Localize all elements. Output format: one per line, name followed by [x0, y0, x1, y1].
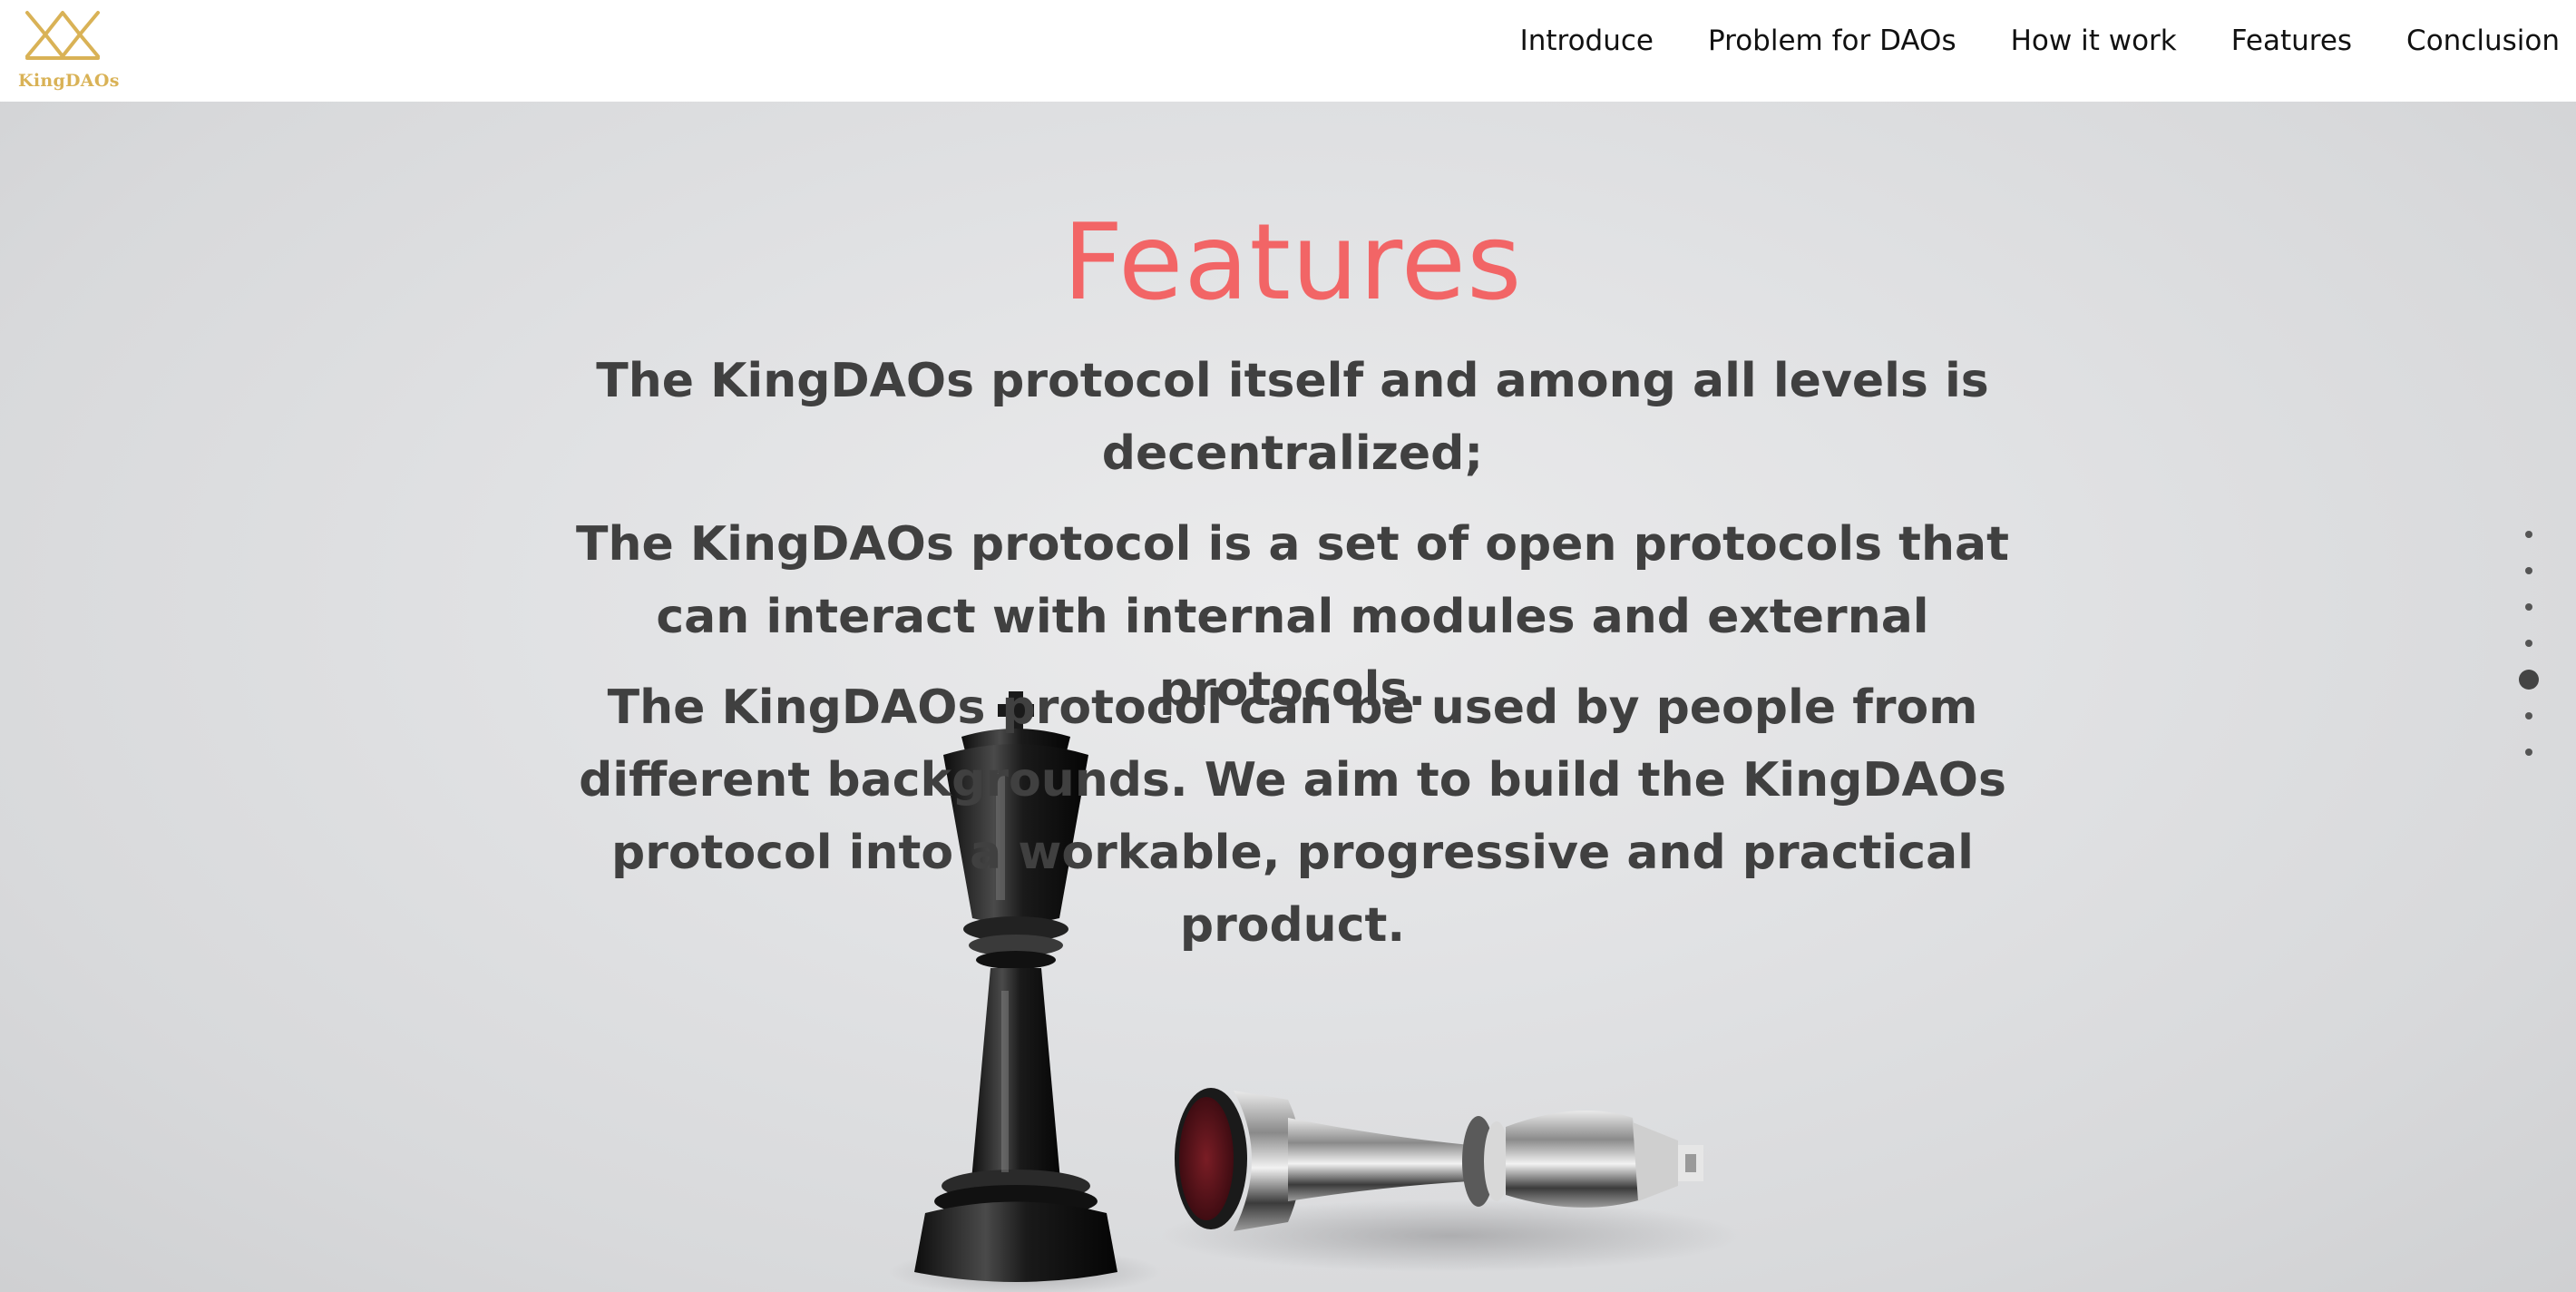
nav-introduce[interactable]: Introduce	[1520, 24, 1654, 57]
section-dot-4[interactable]	[2525, 640, 2532, 647]
section-dot-1[interactable]	[2525, 531, 2532, 538]
section-dot-3[interactable]	[2525, 603, 2532, 611]
kingdaos-logo[interactable]: KingDAOs	[18, 7, 120, 94]
features-heading: Features	[1062, 201, 1523, 324]
nav-conclusion[interactable]: Conclusion	[2406, 24, 2560, 57]
feature-paragraph-backgrounds: The KingDAOs protocol can be used by peo…	[579, 680, 2006, 953]
logo-text: KingDAOs	[18, 71, 120, 91]
feature-paragraph-decentralized: The KingDAOs protocol itself and among a…	[596, 354, 1989, 481]
features-section: Features The KingDAOs protocol itself an…	[0, 102, 2576, 1292]
section-dot-5-active[interactable]	[2519, 670, 2539, 690]
section-pagination	[2516, 531, 2542, 894]
section-dot-7[interactable]	[2525, 749, 2532, 756]
top-navbar: KingDAOs Introduce Problem for DAOs How …	[0, 0, 2576, 102]
section-dot-6[interactable]	[2525, 712, 2532, 719]
crown-icon	[25, 11, 100, 60]
main-nav: Introduce Problem for DAOs How it work F…	[1520, 0, 2560, 82]
nav-how-it-work[interactable]: How it work	[2011, 24, 2177, 57]
section-dot-2[interactable]	[2525, 567, 2532, 574]
nav-features[interactable]: Features	[2231, 24, 2352, 57]
nav-problem-for-daos[interactable]: Problem for DAOs	[1708, 24, 1956, 57]
